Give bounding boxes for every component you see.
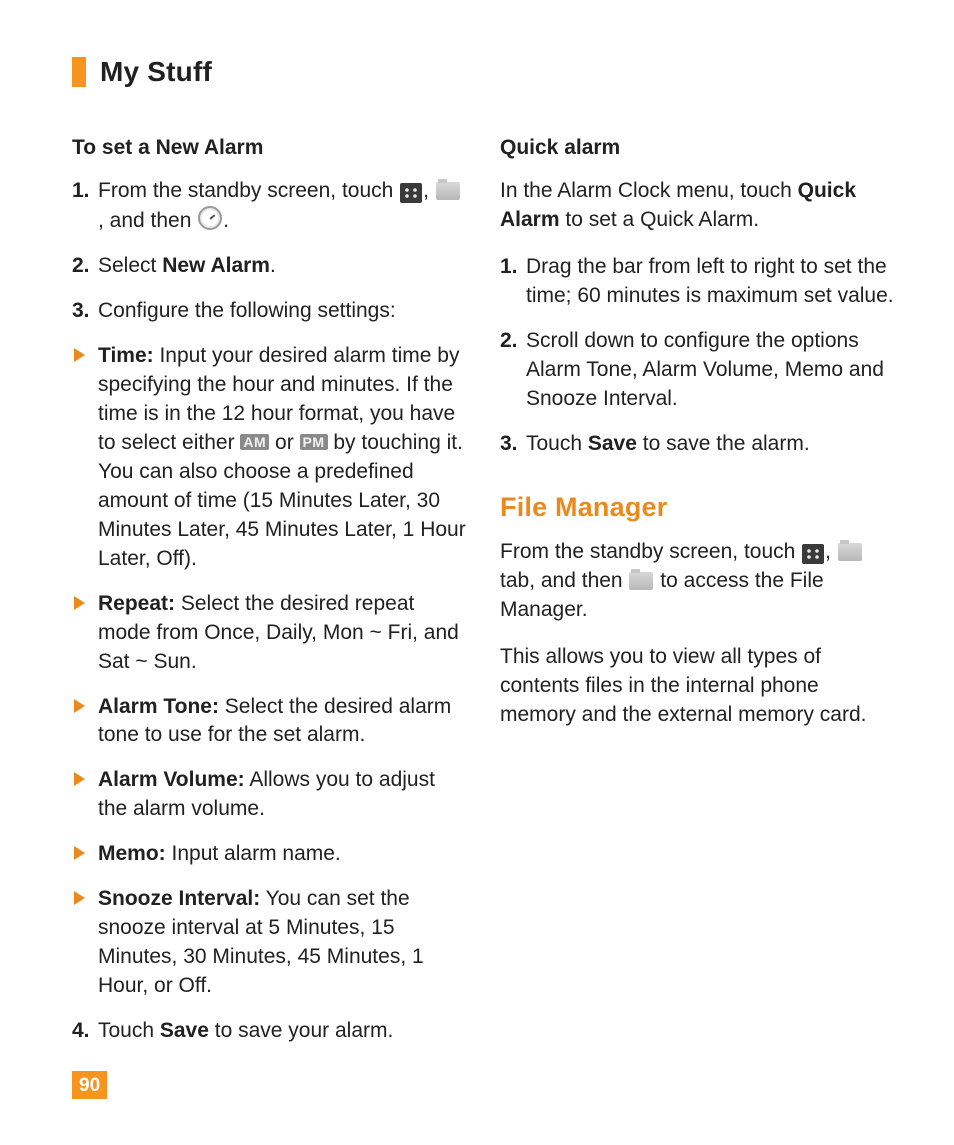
step-text: , <box>423 179 435 202</box>
intro-text: In the Alarm Clock menu, touch <box>500 179 798 202</box>
step-text: . <box>223 209 229 232</box>
new-alarm-steps-cont: 4. Touch Save to save your alarm. <box>72 1017 466 1046</box>
step-bold: Save <box>588 432 637 455</box>
step-number: 2. <box>500 327 518 356</box>
option-text: or <box>269 431 299 454</box>
step-2: 2. Select New Alarm. <box>72 252 466 281</box>
header-title: My Stuff <box>100 56 212 88</box>
content-columns: To set a New Alarm 1. From the standby s… <box>72 134 894 1062</box>
option-label: Repeat: <box>98 592 175 615</box>
option-label: Memo: <box>98 842 166 865</box>
step-3: 3. Configure the following settings: <box>72 297 466 326</box>
step-number: 1. <box>72 177 90 206</box>
step-text: Touch <box>98 1019 160 1042</box>
option-snooze: Snooze Interval: You can set the snooze … <box>72 885 466 1001</box>
step-text: From the standby screen, touch <box>98 179 399 202</box>
am-badge: AM <box>240 434 269 450</box>
apps-grid-icon <box>802 544 824 564</box>
option-memo: Memo: Input alarm name. <box>72 840 466 869</box>
step-text: Touch <box>526 432 588 455</box>
subhead-new-alarm: To set a New Alarm <box>72 134 466 163</box>
fm-text: , <box>825 540 837 563</box>
fm-para-2: This allows you to view all types of con… <box>500 643 894 730</box>
step-number: 1. <box>500 253 518 282</box>
triangle-bullet-icon <box>74 699 85 713</box>
clock-icon <box>198 206 222 230</box>
step-number: 3. <box>72 297 90 326</box>
step-text: . <box>270 254 276 277</box>
apps-grid-icon <box>400 183 422 203</box>
step-4: 4. Touch Save to save your alarm. <box>72 1017 466 1046</box>
subhead-quick-alarm: Quick alarm <box>500 134 894 163</box>
step-number: 2. <box>72 252 90 281</box>
option-label: Snooze Interval: <box>98 887 260 910</box>
fm-para-1: From the standby screen, touch , tab, an… <box>500 538 894 625</box>
option-label: Alarm Tone: <box>98 695 219 718</box>
option-text: Input alarm name. <box>166 842 341 865</box>
intro-text: to set a Quick Alarm. <box>560 208 760 231</box>
step-text: to save the alarm. <box>637 432 810 455</box>
fm-text: tab, and then <box>500 569 628 592</box>
folder-icon <box>436 182 460 200</box>
option-alarm-tone: Alarm Tone: Select the desired alarm ton… <box>72 693 466 751</box>
option-label: Time: <box>98 344 154 367</box>
step-text: Select <box>98 254 162 277</box>
quick-alarm-intro: In the Alarm Clock menu, touch Quick Ala… <box>500 177 894 235</box>
step-text: , and then <box>98 209 197 232</box>
right-column: Quick alarm In the Alarm Clock menu, tou… <box>500 134 894 1062</box>
step-1: 1. From the standby screen, touch , , an… <box>72 177 466 236</box>
step-bold: Save <box>160 1019 209 1042</box>
fm-text: From the standby screen, touch <box>500 540 801 563</box>
option-repeat: Repeat: Select the desired repeat mode f… <box>72 590 466 677</box>
page-number: 90 <box>72 1071 107 1099</box>
left-column: To set a New Alarm 1. From the standby s… <box>72 134 466 1062</box>
triangle-bullet-icon <box>74 891 85 905</box>
step-text: Configure the following settings: <box>98 299 396 322</box>
folder-icon <box>629 572 653 590</box>
triangle-bullet-icon <box>74 596 85 610</box>
quick-alarm-steps: 1. Drag the bar from left to right to se… <box>500 253 894 459</box>
page-header: My Stuff <box>72 56 894 88</box>
triangle-bullet-icon <box>74 348 85 362</box>
folder-icon <box>838 543 862 561</box>
step-number: 3. <box>500 430 518 459</box>
step-text: to save your alarm. <box>209 1019 393 1042</box>
option-alarm-volume: Alarm Volume: Allows you to adjust the a… <box>72 766 466 824</box>
manual-page: My Stuff To set a New Alarm 1. From the … <box>0 0 954 1145</box>
triangle-bullet-icon <box>74 846 85 860</box>
new-alarm-steps: 1. From the standby screen, touch , , an… <box>72 177 466 326</box>
qa-step-1: 1. Drag the bar from left to right to se… <box>500 253 894 311</box>
step-bold: New Alarm <box>162 254 270 277</box>
option-time: Time: Input your desired alarm time by s… <box>72 342 466 574</box>
header-accent-square <box>72 57 86 87</box>
option-label: Alarm Volume: <box>98 768 245 791</box>
qa-step-2: 2. Scroll down to configure the options … <box>500 327 894 414</box>
alarm-options-list: Time: Input your desired alarm time by s… <box>72 342 466 1001</box>
pm-badge: PM <box>300 434 328 450</box>
step-text: Drag the bar from left to right to set t… <box>526 255 894 307</box>
step-number: 4. <box>72 1017 90 1046</box>
triangle-bullet-icon <box>74 772 85 786</box>
step-text: Scroll down to configure the options Ala… <box>526 329 884 410</box>
section-file-manager: File Manager <box>500 489 894 526</box>
qa-step-3: 3. Touch Save to save the alarm. <box>500 430 894 459</box>
